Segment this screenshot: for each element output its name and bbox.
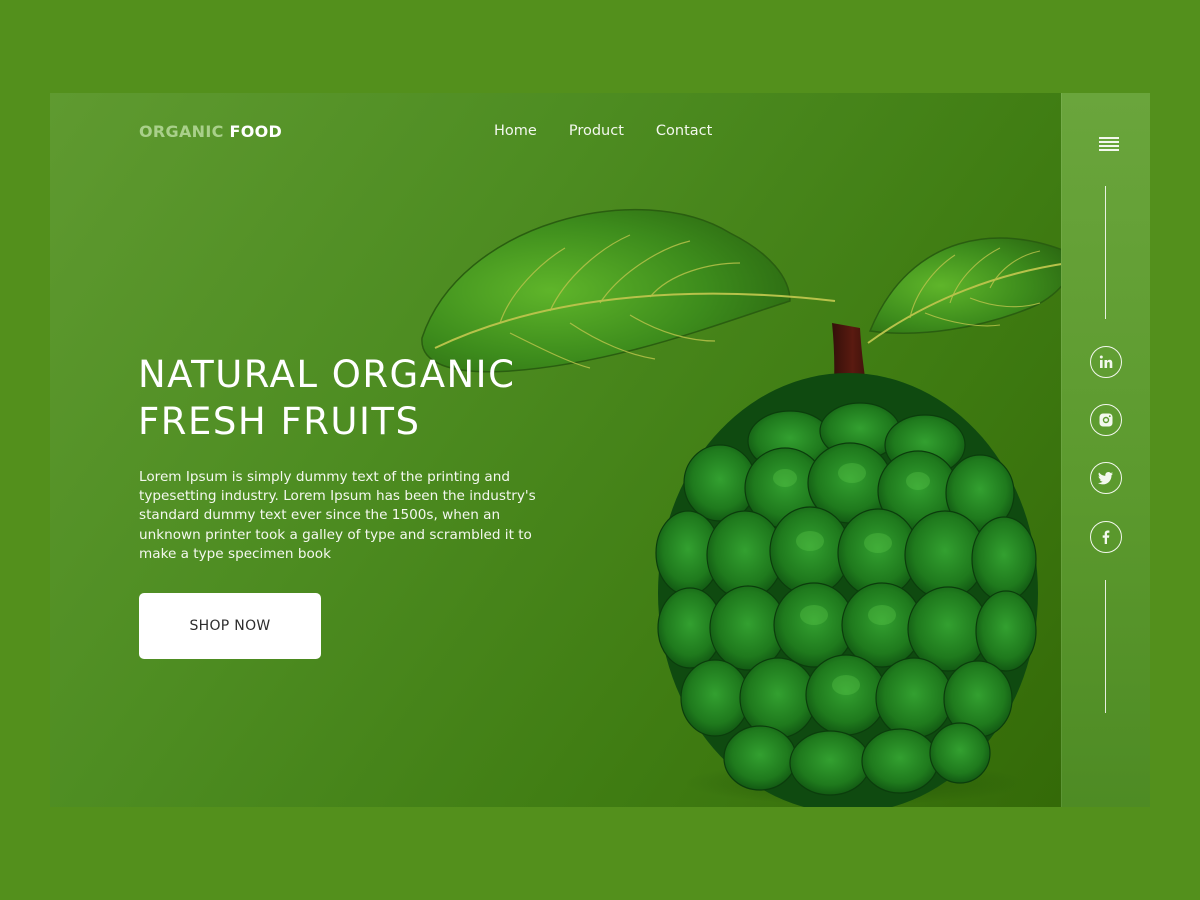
custard-apple-illustration [421, 208, 1070, 807]
hero-title-line-1: NATURAL ORGANIC [138, 353, 516, 396]
sidebar-divider-top [1105, 186, 1106, 319]
custard-apple-body [655, 373, 1038, 807]
hero-panel: ORGANIC FOOD Home Product Contact NATURA… [50, 93, 1070, 807]
sidebar-divider-bottom [1105, 580, 1106, 713]
facebook-icon[interactable] [1090, 521, 1122, 553]
linkedin-icon[interactable] [1090, 346, 1122, 378]
shop-now-button[interactable]: SHOP NOW [139, 593, 321, 659]
brand-word-food: FOOD [229, 122, 283, 141]
left-leaf [421, 208, 836, 373]
landing-card: ORGANIC FOOD Home Product Contact NATURA… [50, 93, 1150, 807]
hero-title: NATURAL ORGANIC FRESH FRUITS [138, 351, 608, 445]
instagram-icon[interactable] [1090, 404, 1122, 436]
brand-word-organic: ORGANIC [139, 122, 224, 141]
hero-title-line-2: FRESH FRUITS [138, 400, 421, 443]
hamburger-menu-icon[interactable] [1099, 137, 1119, 151]
right-leaf [867, 237, 1070, 344]
brand-logo[interactable]: ORGANIC FOOD [139, 122, 282, 141]
twitter-icon[interactable] [1090, 462, 1122, 494]
hero-description: Lorem Ipsum is simply dummy text of the … [139, 469, 536, 562]
